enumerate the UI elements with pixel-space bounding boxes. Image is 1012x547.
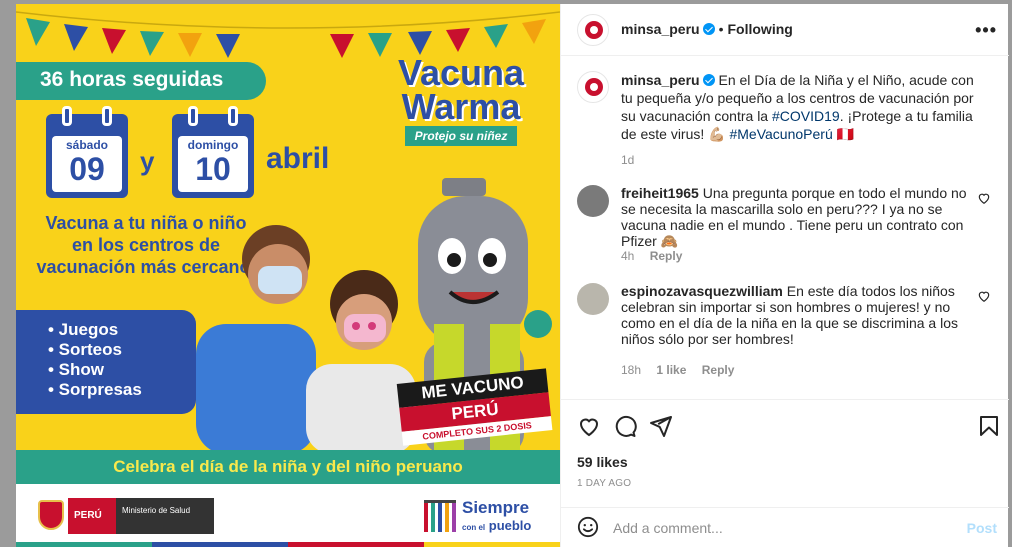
author-avatar[interactable]	[577, 14, 609, 46]
siempre-logo: Siempre con el pueblo	[424, 496, 544, 536]
hours-ribbon-text: 36 horas seguidas	[40, 68, 224, 91]
hashtag-link[interactable]: #MeVacunoPerú	[729, 126, 832, 142]
flag-emoji: 🇵🇪	[836, 126, 855, 142]
comment-input[interactable]	[613, 514, 943, 542]
comments-section[interactable]: minsa_peru En el Día de la Niña y el Niñ…	[561, 57, 1009, 399]
color-stripe	[16, 542, 560, 547]
ministry-logo: PERÚ Ministerio de Salud	[38, 498, 214, 534]
author-avatar[interactable]	[577, 71, 609, 103]
commenter-username[interactable]: espinozavasquezwilliam	[621, 283, 783, 299]
comment-item: espinozavasquezwilliam En este día todos…	[577, 283, 997, 379]
comment-meta: 18h 1 like Reply	[621, 363, 734, 377]
modal-backdrop[interactable]	[0, 0, 16, 547]
perk-item: • Sorteos	[48, 340, 122, 359]
caption-username[interactable]: minsa_peru	[621, 72, 700, 88]
commenter-avatar[interactable]	[577, 283, 609, 315]
comment-time[interactable]: 4h	[621, 249, 634, 263]
perk-item: • Sorpresas	[48, 380, 142, 399]
verified-badge-icon	[702, 23, 715, 35]
emoji-icon[interactable]	[577, 516, 599, 538]
perk-item: • Juegos	[48, 320, 119, 339]
image-footer: PERÚ Ministerio de Salud Siempre con el …	[16, 484, 560, 547]
calendar-sunday: domingo 10	[172, 106, 254, 198]
commenter-username[interactable]: freiheit1965	[621, 185, 699, 201]
conjunction-text: y	[140, 146, 155, 176]
separator-dot: •	[718, 21, 724, 37]
post-actions: 59 likes 1 DAY AGO	[561, 399, 1009, 507]
comment-icon[interactable]	[613, 414, 637, 438]
more-options-icon[interactable]: •••	[975, 20, 997, 41]
post-details-panel: minsa_peru • Following ••• minsa_peru En e…	[560, 4, 1009, 547]
perk-item: • Show	[48, 360, 105, 379]
ministry-seal-icon	[585, 21, 603, 39]
following-button[interactable]: Following	[728, 21, 793, 37]
coat-of-arms-icon	[38, 500, 64, 530]
caption-meta: 1d	[621, 153, 634, 167]
calendar-day-name: domingo	[187, 138, 239, 152]
celebration-banner: Celebra el día de la niña y del niño per…	[16, 450, 560, 484]
celebration-banner-text: Celebra el día de la niña y del niño per…	[113, 457, 463, 476]
comment-likes[interactable]: 1 like	[656, 363, 686, 377]
like-comment-heart-icon[interactable]	[977, 289, 991, 303]
post-time[interactable]: 1 DAY AGO	[577, 478, 631, 489]
verified-badge-icon	[702, 74, 715, 86]
calendar-day-number: 09	[69, 151, 105, 187]
caption: minsa_peru En el Día de la Niña y el Niñ…	[577, 71, 997, 181]
like-comment-heart-icon[interactable]	[977, 191, 991, 205]
people-bars-icon	[424, 500, 456, 532]
campaign-logo: Vacuna Warma Protejo su niñez	[386, 55, 536, 146]
comment-item: freiheit1965 Una pregunta porque en todo…	[577, 185, 997, 275]
heart-icon[interactable]	[577, 414, 601, 438]
comment-meta: 4h Reply	[621, 249, 682, 263]
likes-count[interactable]: 59 likes	[577, 454, 628, 470]
calendar-day-number: 10	[195, 151, 231, 187]
add-comment-bar: Post	[561, 507, 1009, 547]
comment-time[interactable]: 18h	[621, 363, 641, 377]
reply-button[interactable]: Reply	[702, 363, 735, 377]
caption-time[interactable]: 1d	[621, 153, 634, 167]
ministry-seal-icon	[585, 78, 603, 96]
children-illustration	[196, 225, 416, 454]
reply-button[interactable]: Reply	[650, 249, 683, 263]
calendar-saturday: sábado 09	[46, 106, 128, 198]
bookmark-icon[interactable]	[977, 414, 1001, 438]
hashtag-link[interactable]: #COVID19	[772, 108, 840, 124]
calendar-day-name: sábado	[65, 138, 108, 152]
month-text: abril	[266, 142, 330, 175]
post-comment-button[interactable]: Post	[967, 520, 997, 536]
post-header: minsa_peru • Following •••	[561, 4, 1009, 56]
commenter-avatar[interactable]	[577, 185, 609, 217]
share-icon[interactable]	[649, 414, 673, 438]
perks-list: • Juegos • Sorteos • Show • Sorpresas	[16, 310, 196, 414]
hours-ribbon: 36 horas seguidas	[16, 62, 266, 100]
post-image[interactable]: 36 horas seguidas sábado 09 y domingo 10…	[16, 4, 560, 547]
author-username[interactable]: minsa_peru	[621, 21, 700, 37]
